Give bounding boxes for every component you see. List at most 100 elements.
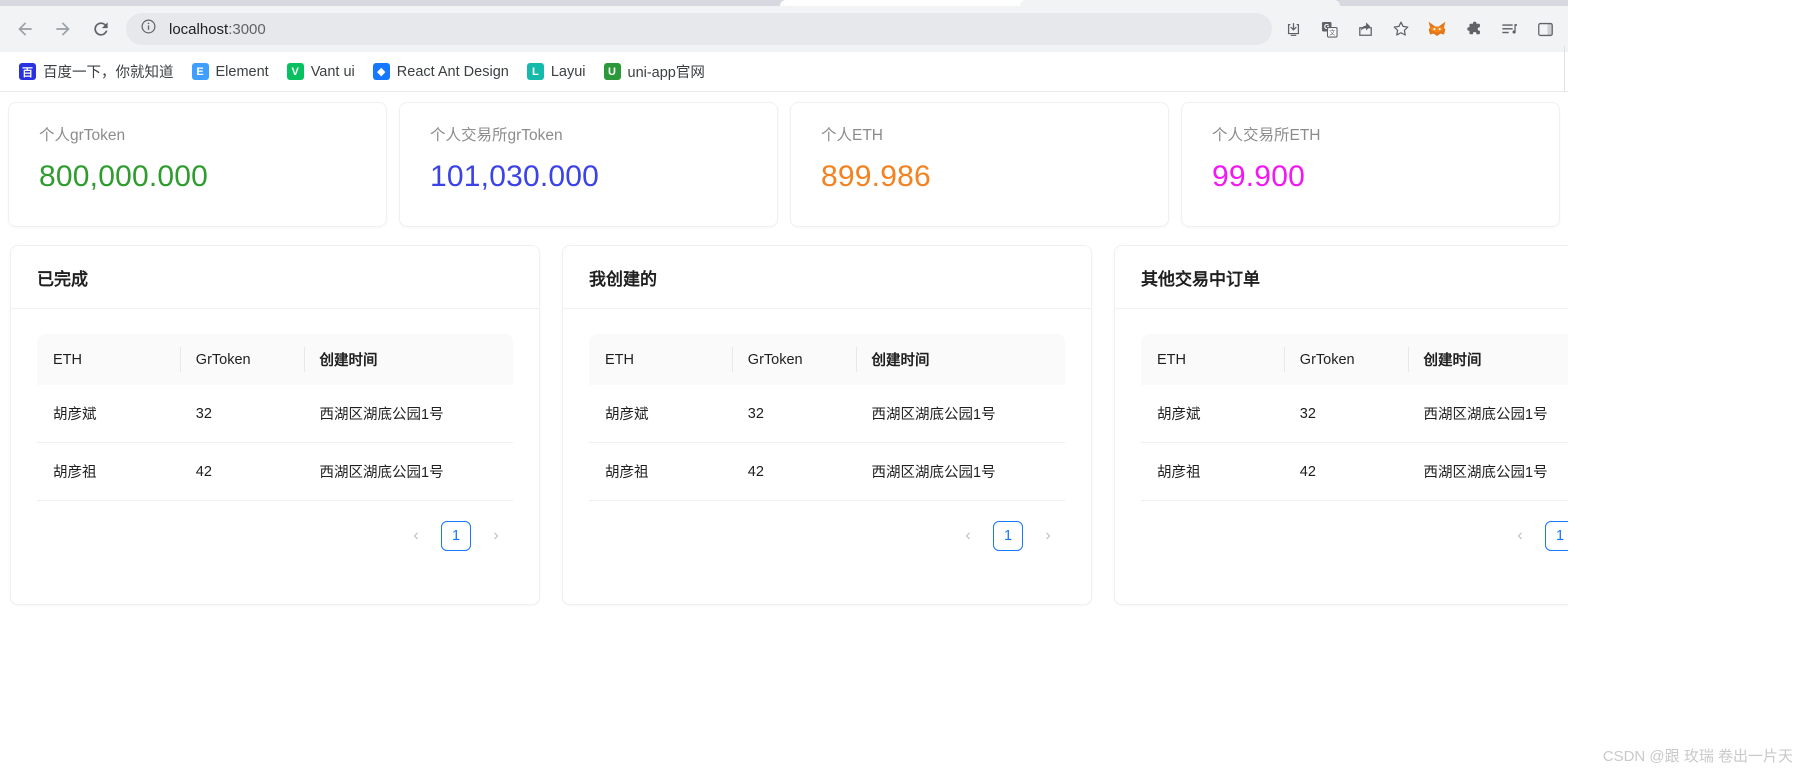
- reload-button[interactable]: [84, 12, 118, 46]
- pagination-next-button[interactable]: ›: [481, 521, 511, 551]
- stat-card-value: 899.986: [821, 159, 931, 193]
- cell-created-time: 西湖区湖底公园1号: [855, 442, 1065, 501]
- pagination-page-1[interactable]: 1: [1545, 521, 1568, 551]
- stat-card-value: 800,000.000: [39, 159, 209, 193]
- cell-created-time: 西湖区湖底公园1号: [1407, 442, 1568, 501]
- bookmark-label: 百度一下，你就知道: [43, 65, 174, 81]
- cell-grtoken: 32: [731, 385, 856, 443]
- column-header-created-time[interactable]: 创建时间: [1407, 334, 1568, 385]
- bookmarks-bar: 百 百度一下，你就知道 E Element V Vant ui ◆ React …: [0, 52, 1568, 92]
- pagination: ‹ 1 ›: [1141, 501, 1568, 551]
- vant-icon: V: [286, 63, 304, 80]
- cell-created-time: 西湖区湖底公园1号: [1407, 385, 1568, 443]
- column-header-eth[interactable]: ETH: [589, 334, 732, 385]
- table-header: ETH GrToken 创建时间: [589, 334, 1065, 385]
- cell-eth: 胡彦祖: [1141, 442, 1284, 501]
- table-row[interactable]: 胡彦祖 42 西湖区湖底公园1号: [37, 442, 513, 501]
- orders-table: ETH GrToken 创建时间 胡彦斌 32 西湖区湖底公园1号 胡彦祖 42…: [589, 334, 1065, 501]
- cell-grtoken: 42: [179, 442, 304, 501]
- pagination: ‹ 1 ›: [37, 501, 513, 551]
- extensions-puzzle-icon[interactable]: [1460, 16, 1486, 42]
- cell-grtoken: 32: [179, 385, 304, 443]
- bookmark-item[interactable]: V Vant ui: [278, 59, 364, 84]
- address-bar-text: localhost:3000: [169, 21, 266, 38]
- metamask-extension-icon[interactable]: [1424, 16, 1450, 42]
- cell-eth: 胡彦斌: [589, 385, 732, 443]
- bookmark-label: uni-app官网: [627, 65, 705, 81]
- bookmark-item[interactable]: 百 百度一下，你就知道: [10, 57, 183, 86]
- bookmark-item[interactable]: U uni-app官网: [595, 57, 714, 86]
- panel-title: 我创建的: [589, 269, 657, 289]
- install-app-icon[interactable]: [1280, 16, 1306, 42]
- panel-other-in-trade-orders: 其他交易中订单 ETH GrToken 创建时间 胡彦斌 32 西湖区湖底公园1…: [1114, 245, 1568, 605]
- uniapp-icon: U: [603, 63, 621, 80]
- column-header-grtoken[interactable]: GrToken: [1283, 334, 1408, 385]
- panel-header: 其他交易中订单: [1115, 246, 1568, 309]
- pagination-page-1[interactable]: 1: [441, 521, 471, 551]
- bookmark-label: React Ant Design: [396, 63, 509, 80]
- table-header-row: ETH GrToken 创建时间: [589, 334, 1065, 385]
- toolbar-icon-group: G 文: [1280, 16, 1562, 42]
- share-icon[interactable]: [1352, 16, 1378, 42]
- site-info-icon[interactable]: [140, 18, 157, 40]
- cell-eth: 胡彦祖: [37, 442, 180, 501]
- table-row[interactable]: 胡彦斌 32 西湖区湖底公园1号: [589, 385, 1065, 443]
- pagination-prev-button[interactable]: ‹: [1505, 521, 1535, 551]
- sidebar-icon[interactable]: [1532, 16, 1558, 42]
- pagination-prev-button[interactable]: ‹: [953, 521, 983, 551]
- stat-card-exchange-eth: 个人交易所ETH 99.900: [1181, 102, 1560, 227]
- svg-text:文: 文: [1329, 27, 1336, 36]
- column-header-created-time[interactable]: 创建时间: [303, 334, 513, 385]
- stat-card-title: 个人交易所ETH: [1212, 127, 1321, 144]
- pagination: ‹ 1 ›: [589, 501, 1065, 551]
- column-header-grtoken[interactable]: GrToken: [731, 334, 856, 385]
- bookmark-star-icon[interactable]: [1388, 16, 1414, 42]
- csdn-watermark: CSDN @跟 玫瑞 卷出一片天: [1602, 748, 1793, 765]
- address-bar[interactable]: localhost:3000: [126, 13, 1272, 45]
- table-row[interactable]: 胡彦斌 32 西湖区湖底公园1号: [37, 385, 513, 443]
- column-header-created-time[interactable]: 创建时间: [855, 334, 1065, 385]
- bookmark-item[interactable]: L Layui: [518, 59, 595, 84]
- url-host: localhost: [169, 20, 229, 38]
- bookmark-label: Element: [215, 63, 269, 80]
- table-body: 胡彦斌 32 西湖区湖底公园1号 胡彦祖 42 西湖区湖底公园1号: [37, 385, 513, 501]
- browser-chrome: localhost:3000 G 文 百 百度一下，你就知道 E Element…: [0, 0, 1568, 92]
- table-row[interactable]: 胡彦祖 42 西湖区湖底公园1号: [589, 442, 1065, 501]
- cell-grtoken: 42: [1283, 442, 1408, 501]
- table-header-row: ETH GrToken 创建时间: [37, 334, 513, 385]
- stat-card-value: 99.900: [1212, 159, 1305, 193]
- translate-icon[interactable]: G 文: [1316, 16, 1342, 42]
- stat-card-exchange-grtoken: 个人交易所grToken 101,030.000: [399, 102, 778, 227]
- pagination-page-1[interactable]: 1: [993, 521, 1023, 551]
- bookmark-item[interactable]: ◆ React Ant Design: [364, 59, 518, 84]
- back-button[interactable]: [8, 12, 42, 46]
- bookmark-label: Vant ui: [310, 63, 355, 80]
- antd-icon: ◆: [372, 63, 390, 80]
- bookmark-item[interactable]: E Element: [183, 59, 278, 84]
- reload-icon: [94, 22, 108, 36]
- table-header: ETH GrToken 创建时间: [37, 334, 513, 385]
- pagination-prev-button[interactable]: ‹: [401, 521, 431, 551]
- stat-card-title: 个人ETH: [821, 127, 884, 144]
- reading-list-icon[interactable]: [1496, 16, 1522, 42]
- stat-card-personal-grtoken: 个人grToken 800,000.000: [8, 102, 387, 227]
- panel-completed: 已完成 ETH GrToken 创建时间 胡彦斌 32 西湖区湖底公园1号 胡彦…: [10, 245, 540, 605]
- table-row[interactable]: 胡彦斌 32 西湖区湖底公园1号: [1141, 385, 1568, 443]
- cell-eth: 胡彦斌: [1141, 385, 1284, 443]
- page-content: 个人grToken 800,000.000 个人交易所grToken 101,0…: [0, 92, 1568, 774]
- column-header-eth[interactable]: ETH: [37, 334, 180, 385]
- table-row[interactable]: 胡彦祖 42 西湖区湖底公园1号: [1141, 442, 1568, 501]
- url-port: :3000: [228, 20, 266, 38]
- cell-eth: 胡彦斌: [37, 385, 180, 443]
- browser-tab-inactive[interactable]: [1020, 0, 1340, 6]
- table-panels-row: 已完成 ETH GrToken 创建时间 胡彦斌 32 西湖区湖底公园1号 胡彦…: [0, 227, 1568, 605]
- column-header-grtoken[interactable]: GrToken: [179, 334, 304, 385]
- stat-card-personal-eth: 个人ETH 899.986: [790, 102, 1169, 227]
- column-header-eth[interactable]: ETH: [1141, 334, 1284, 385]
- panel-my-created: 我创建的 ETH GrToken 创建时间 胡彦斌 32 西湖区湖底公园1号 胡…: [562, 245, 1092, 605]
- pagination-next-button[interactable]: ›: [1033, 521, 1063, 551]
- panel-title: 其他交易中订单: [1141, 269, 1260, 289]
- baidu-icon: 百: [19, 63, 36, 80]
- toolbar-divider: [1564, 46, 1565, 92]
- forward-button[interactable]: [46, 12, 80, 46]
